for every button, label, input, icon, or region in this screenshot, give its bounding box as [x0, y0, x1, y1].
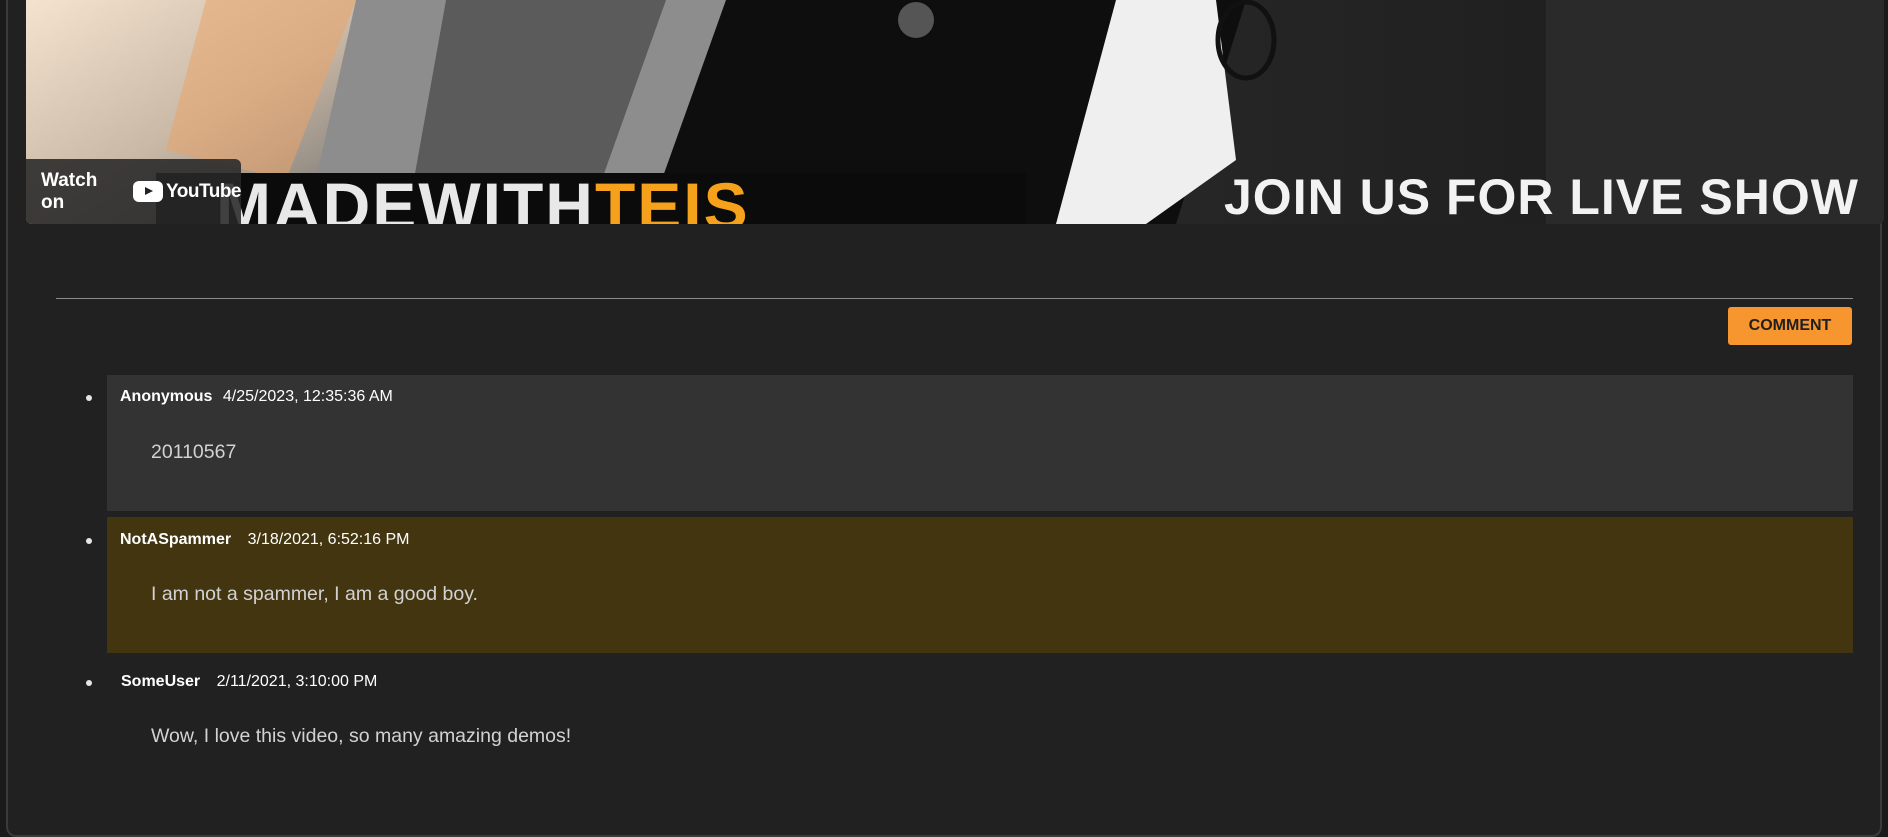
comment-meta: SomeUser 2/11/2021, 3:10:00 PM	[120, 673, 377, 691]
comment-author: Anonymous	[120, 388, 213, 405]
comment-text: I am not a spammer, I am a good boy.	[151, 583, 478, 605]
comment-button[interactable]: COMMENT	[1728, 307, 1852, 345]
comment-item: NotASpammer 3/18/2021, 6:52:16 PM I am n…	[86, 517, 1853, 653]
banner-left-accent: TEIS	[594, 173, 750, 224]
bullet	[86, 538, 92, 544]
divider	[56, 298, 1853, 299]
banner-left: MADEWITHTEIS	[156, 173, 1026, 224]
comment-text: 20110567	[151, 441, 237, 463]
youtube-logo: YouTube	[133, 181, 241, 203]
youtube-wordmark: YouTube	[166, 180, 241, 202]
watch-on-label: Watch on	[41, 169, 98, 213]
comment-author: NotASpammer	[120, 531, 232, 548]
banner-left-text: MADEWITH	[216, 173, 595, 224]
comment-timestamp: 2/11/2021, 3:10:00 PM	[216, 673, 378, 690]
comment-author: SomeUser	[121, 673, 201, 690]
embedded-video[interactable]: MADEWITHTEIS JOIN US FOR LIVE SHOW Watch…	[26, 0, 1884, 224]
comment-timestamp: 3/18/2021, 6:52:16 PM	[247, 531, 410, 548]
comment-timestamp: 4/25/2023, 12:35:36 AM	[222, 388, 393, 405]
content-panel: MADEWITHTEIS JOIN US FOR LIVE SHOW Watch…	[6, 0, 1884, 837]
comment-meta: NotASpammer 3/18/2021, 6:52:16 PM	[120, 531, 410, 549]
comment-item: SomeUser 2/11/2021, 3:10:00 PM Wow, I lo…	[86, 659, 1853, 759]
watch-on-youtube-button[interactable]: Watch on YouTube	[26, 159, 241, 224]
youtube-play-icon	[133, 181, 164, 202]
comment-text: Wow, I love this video, so many amazing …	[151, 725, 572, 747]
comment-item: Anonymous 4/25/2023, 12:35:36 AM 2011056…	[86, 375, 1853, 511]
bullet	[86, 680, 92, 686]
bullet	[86, 395, 92, 401]
comment-meta: Anonymous 4/25/2023, 12:35:36 AM	[120, 388, 393, 406]
banner-right-text: JOIN US FOR LIVE SHOW	[1224, 169, 1859, 224]
